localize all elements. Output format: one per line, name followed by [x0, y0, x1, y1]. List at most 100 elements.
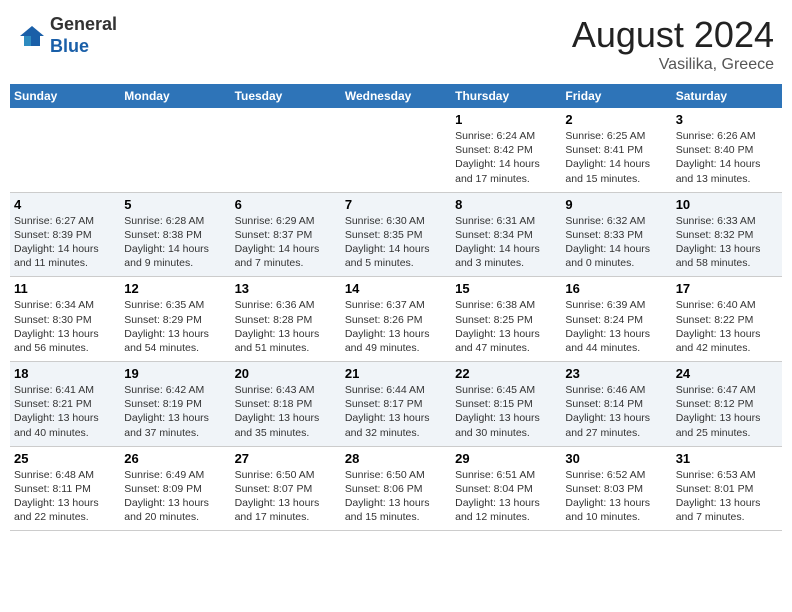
calendar-cell: 11 Sunrise: 6:34 AMSunset: 8:30 PMDayligh…: [10, 277, 120, 362]
day-number: 29: [455, 451, 557, 466]
day-info: Sunrise: 6:30 AMSunset: 8:35 PMDaylight:…: [345, 214, 447, 271]
day-number: 2: [565, 112, 667, 127]
day-number: 26: [124, 451, 226, 466]
calendar-week-row: 25 Sunrise: 6:48 AMSunset: 8:11 PMDayligh…: [10, 446, 782, 531]
calendar-cell: 1 Sunrise: 6:24 AMSunset: 8:42 PMDaylight…: [451, 108, 561, 192]
day-info: Sunrise: 6:31 AMSunset: 8:34 PMDaylight:…: [455, 214, 557, 271]
title-block: August 2024 Vasilika, Greece: [572, 14, 774, 74]
day-info: Sunrise: 6:44 AMSunset: 8:17 PMDaylight:…: [345, 383, 447, 440]
day-number: 20: [235, 366, 337, 381]
header-saturday: Saturday: [672, 84, 782, 108]
day-info: Sunrise: 6:33 AMSunset: 8:32 PMDaylight:…: [676, 214, 778, 271]
day-number: 24: [676, 366, 778, 381]
day-number: 19: [124, 366, 226, 381]
day-info: Sunrise: 6:42 AMSunset: 8:19 PMDaylight:…: [124, 383, 226, 440]
header-tuesday: Tuesday: [231, 84, 341, 108]
calendar-cell: 27Sunrise: 6:50 AMSunset: 8:07 PMDayligh…: [231, 446, 341, 531]
day-number: 11: [14, 281, 116, 296]
day-info: Sunrise: 6:48 AMSunset: 8:11 PMDaylight:…: [14, 468, 116, 525]
day-number: 8: [455, 197, 557, 212]
calendar-cell: 5 Sunrise: 6:28 AMSunset: 8:38 PMDaylight…: [120, 192, 230, 277]
day-number: 5: [124, 197, 226, 212]
day-number: 23: [565, 366, 667, 381]
day-info: Sunrise: 6:35 AMSunset: 8:29 PMDaylight:…: [124, 298, 226, 355]
day-number: 3: [676, 112, 778, 127]
day-number: 18: [14, 366, 116, 381]
calendar-week-row: 18 Sunrise: 6:41 AMSunset: 8:21 PMDayligh…: [10, 362, 782, 447]
day-info: Sunrise: 6:38 AMSunset: 8:25 PMDaylight:…: [455, 298, 557, 355]
day-info: Sunrise: 6:34 AMSunset: 8:30 PMDaylight:…: [14, 298, 116, 355]
day-number: 16: [565, 281, 667, 296]
calendar-cell: 7Sunrise: 6:30 AMSunset: 8:35 PMDaylight…: [341, 192, 451, 277]
calendar-cell: [10, 108, 120, 192]
calendar-week-row: 1 Sunrise: 6:24 AMSunset: 8:42 PMDaylight…: [10, 108, 782, 192]
calendar-cell: 12 Sunrise: 6:35 AMSunset: 8:29 PMDayligh…: [120, 277, 230, 362]
header-friday: Friday: [561, 84, 671, 108]
day-info: Sunrise: 6:37 AMSunset: 8:26 PMDaylight:…: [345, 298, 447, 355]
calendar-table: SundayMondayTuesdayWednesdayThursdayFrid…: [10, 84, 782, 531]
calendar-cell: 18 Sunrise: 6:41 AMSunset: 8:21 PMDayligh…: [10, 362, 120, 447]
day-info: Sunrise: 6:29 AMSunset: 8:37 PMDaylight:…: [235, 214, 337, 271]
day-number: 28: [345, 451, 447, 466]
calendar-cell: 4 Sunrise: 6:27 AMSunset: 8:39 PMDaylight…: [10, 192, 120, 277]
calendar-cell: 25 Sunrise: 6:48 AMSunset: 8:11 PMDayligh…: [10, 446, 120, 531]
calendar-cell: 26 Sunrise: 6:49 AMSunset: 8:09 PMDayligh…: [120, 446, 230, 531]
header-thursday: Thursday: [451, 84, 561, 108]
day-number: 10: [676, 197, 778, 212]
day-info: Sunrise: 6:47 AMSunset: 8:12 PMDaylight:…: [676, 383, 778, 440]
calendar-cell: 28 Sunrise: 6:50 AMSunset: 8:06 PMDayligh…: [341, 446, 451, 531]
day-number: 15: [455, 281, 557, 296]
calendar-cell: 16 Sunrise: 6:39 AMSunset: 8:24 PMDayligh…: [561, 277, 671, 362]
calendar-cell: 22 Sunrise: 6:45 AMSunset: 8:15 PMDayligh…: [451, 362, 561, 447]
calendar-cell: 13 Sunrise: 6:36 AMSunset: 8:28 PMDayligh…: [231, 277, 341, 362]
day-info: Sunrise: 6:50 AMSunset: 8:06 PMDaylight:…: [345, 468, 447, 525]
day-info: Sunrise: 6:28 AMSunset: 8:38 PMDaylight:…: [124, 214, 226, 271]
day-number: 21: [345, 366, 447, 381]
calendar-cell: 24 Sunrise: 6:47 AMSunset: 8:12 PMDayligh…: [672, 362, 782, 447]
day-number: 25: [14, 451, 116, 466]
day-number: 30: [565, 451, 667, 466]
day-number: 4: [14, 197, 116, 212]
calendar-week-row: 4 Sunrise: 6:27 AMSunset: 8:39 PMDaylight…: [10, 192, 782, 277]
day-info: Sunrise: 6:49 AMSunset: 8:09 PMDaylight:…: [124, 468, 226, 525]
day-info: Sunrise: 6:39 AMSunset: 8:24 PMDaylight:…: [565, 298, 667, 355]
calendar-cell: 9Sunrise: 6:32 AMSunset: 8:33 PMDaylight…: [561, 192, 671, 277]
day-number: 1: [455, 112, 557, 127]
calendar-cell: 31 Sunrise: 6:53 AMSunset: 8:01 PMDayligh…: [672, 446, 782, 531]
header-wednesday: Wednesday: [341, 84, 451, 108]
calendar-cell: 19 Sunrise: 6:42 AMSunset: 8:19 PMDayligh…: [120, 362, 230, 447]
day-number: 31: [676, 451, 778, 466]
day-info: Sunrise: 6:32 AMSunset: 8:33 PMDaylight:…: [565, 214, 667, 271]
day-info: Sunrise: 6:24 AMSunset: 8:42 PMDaylight:…: [455, 129, 557, 186]
logo-blue-text: Blue: [50, 36, 89, 56]
day-info: Sunrise: 6:27 AMSunset: 8:39 PMDaylight:…: [14, 214, 116, 271]
day-number: 13: [235, 281, 337, 296]
calendar-cell: 20Sunrise: 6:43 AMSunset: 8:18 PMDayligh…: [231, 362, 341, 447]
day-number: 6: [235, 197, 337, 212]
logo-general-text: General: [50, 14, 117, 34]
calendar-cell: 6 Sunrise: 6:29 AMSunset: 8:37 PMDaylight…: [231, 192, 341, 277]
calendar-cell: 29 Sunrise: 6:51 AMSunset: 8:04 PMDayligh…: [451, 446, 561, 531]
day-number: 22: [455, 366, 557, 381]
day-number: 12: [124, 281, 226, 296]
header-sunday: Sunday: [10, 84, 120, 108]
day-info: Sunrise: 6:41 AMSunset: 8:21 PMDaylight:…: [14, 383, 116, 440]
calendar-cell: 10 Sunrise: 6:33 AMSunset: 8:32 PMDayligh…: [672, 192, 782, 277]
calendar-cell: 2 Sunrise: 6:25 AMSunset: 8:41 PMDaylight…: [561, 108, 671, 192]
calendar-cell: [120, 108, 230, 192]
calendar-title: August 2024: [572, 14, 774, 56]
calendar-header-row: SundayMondayTuesdayWednesdayThursdayFrid…: [10, 84, 782, 108]
calendar-week-row: 11 Sunrise: 6:34 AMSunset: 8:30 PMDayligh…: [10, 277, 782, 362]
day-info: Sunrise: 6:45 AMSunset: 8:15 PMDaylight:…: [455, 383, 557, 440]
page-header: General Blue August 2024 Vasilika, Greec…: [10, 10, 782, 78]
calendar-cell: [341, 108, 451, 192]
day-info: Sunrise: 6:53 AMSunset: 8:01 PMDaylight:…: [676, 468, 778, 525]
day-info: Sunrise: 6:36 AMSunset: 8:28 PMDaylight:…: [235, 298, 337, 355]
day-info: Sunrise: 6:52 AMSunset: 8:03 PMDaylight:…: [565, 468, 667, 525]
day-info: Sunrise: 6:25 AMSunset: 8:41 PMDaylight:…: [565, 129, 667, 186]
day-number: 14: [345, 281, 447, 296]
day-info: Sunrise: 6:40 AMSunset: 8:22 PMDaylight:…: [676, 298, 778, 355]
calendar-cell: 3Sunrise: 6:26 AMSunset: 8:40 PMDaylight…: [672, 108, 782, 192]
day-info: Sunrise: 6:51 AMSunset: 8:04 PMDaylight:…: [455, 468, 557, 525]
calendar-cell: 30 Sunrise: 6:52 AMSunset: 8:03 PMDayligh…: [561, 446, 671, 531]
